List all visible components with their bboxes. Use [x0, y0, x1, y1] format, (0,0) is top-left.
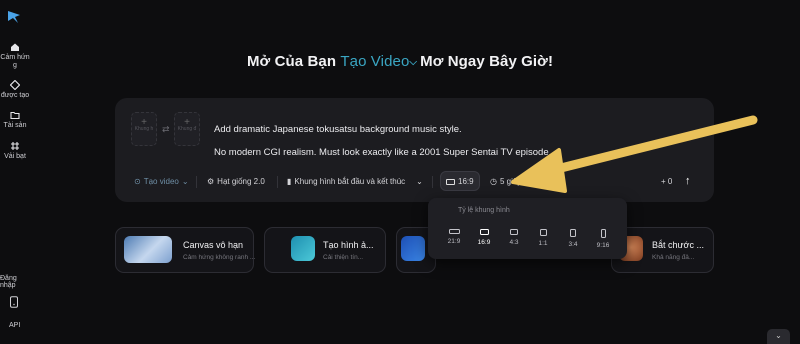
ratio-option-label: 9:16	[596, 242, 610, 249]
sidebar-item-canvas[interactable]: Vải bạt	[0, 141, 30, 161]
prompt-line: No modern CGI realism. Must look exactly…	[214, 147, 552, 158]
end-frame-slot[interactable]: + Khung đ	[174, 112, 200, 146]
ratio-option-16-9[interactable]: 16:9	[472, 229, 496, 246]
mode-selector[interactable]: Tạo Video	[340, 53, 409, 70]
ratio-option-3-4[interactable]: 3:4	[561, 229, 585, 248]
ratio-option-4-3[interactable]: 4:3	[502, 229, 526, 246]
start-frame-label: Khung h	[134, 126, 154, 132]
card-subtitle: Cảm hứng không ranh ...	[183, 254, 256, 261]
prompt-input[interactable]: Add dramatic Japanese tokusatsu backgrou…	[214, 124, 654, 170]
credit-label: + 0	[661, 177, 673, 186]
sidebar-item-label: Vải bạt	[4, 153, 26, 160]
toolbar-divider	[196, 176, 197, 188]
seed-label: Hạt giống 2.0	[217, 177, 265, 186]
plus-icon: +	[141, 117, 147, 128]
folder-icon	[10, 111, 20, 120]
ratio-option-label: 4:3	[509, 239, 519, 246]
ratio-16-9-icon	[479, 229, 489, 235]
toolbar-divider	[432, 176, 433, 188]
login-link[interactable]: Đăng nhập	[0, 275, 30, 289]
ratio-label: 16:9	[458, 177, 474, 186]
video-mode-icon: ⊙	[134, 177, 141, 186]
swap-frames-icon[interactable]: ⇄	[162, 124, 170, 135]
diamond-icon	[10, 80, 20, 90]
scroll-down-button[interactable]: ⌄	[767, 329, 790, 344]
credit-cost: + 0	[661, 177, 672, 186]
ratio-icon	[446, 178, 455, 185]
chevron-down-icon[interactable]: ⌵	[409, 57, 417, 68]
mode-label: Tạo video	[143, 177, 179, 186]
sidebar-item-assets[interactable]: Tài sản	[0, 110, 30, 130]
headline-before: Mở Của Bạn	[246, 53, 341, 70]
end-frame-label: Khung đ	[177, 126, 197, 132]
card-subtitle: Cải thiện tín...	[323, 254, 364, 261]
mode-dropdown[interactable]: ⊙ Tạo video ⌄	[134, 177, 189, 186]
sidebar-item-label: Tài sản	[3, 122, 27, 129]
ratio-option-1-1[interactable]: 1:1	[531, 229, 555, 247]
sidebar: Cảm hứn g được tạo Tài sản Vải bạt Đăng …	[0, 0, 30, 344]
card-title: Tạo hình ả...	[323, 240, 374, 250]
api-link[interactable]: API	[9, 322, 20, 329]
seed-icon: ⚙	[207, 177, 215, 186]
prompt-line: Add dramatic Japanese tokusatsu backgrou…	[214, 124, 462, 135]
ratio-21-9-icon	[448, 229, 460, 234]
ratio-option-label: 16:9	[477, 239, 491, 246]
aspect-ratio-button[interactable]: 16:9	[446, 177, 474, 186]
sidebar-item-generated[interactable]: được tạo	[0, 80, 30, 100]
ratio-option-21-9[interactable]: 21:9	[442, 229, 466, 245]
frames-icon: ▮	[287, 177, 292, 186]
ratio-9-16-icon	[600, 229, 606, 238]
app-logo-icon[interactable]	[6, 9, 22, 25]
duration-button[interactable]: ◷ 5 giây	[490, 177, 521, 186]
ratio-1-1-icon	[539, 229, 547, 236]
canvas-grid-icon	[11, 142, 19, 150]
ratio-4-3-icon	[510, 229, 518, 235]
chevron-down-icon: ⌄	[181, 177, 189, 186]
card-thumbnail	[401, 236, 425, 261]
card-thumbnail	[124, 236, 172, 263]
ratio-3-4-icon	[570, 229, 576, 237]
plus-icon: +	[184, 117, 190, 128]
frames-mode-button[interactable]: ▮ Khung hình bắt đầu và kết thúc ⌄	[287, 177, 423, 186]
headline-after: Mơ Ngay Bây Giờ!	[420, 53, 554, 70]
ratio-option-label: 21:9	[447, 238, 461, 245]
ratio-option-label: 1:1	[538, 240, 548, 247]
card-title: Canvas vô hạn	[183, 240, 244, 250]
sidebar-item-label: được tạo	[0, 92, 30, 99]
start-frame-slot[interactable]: + Khung h	[131, 112, 157, 146]
page-title: Mở Của Bạn Tạo Video⌵ Mơ Ngay Bây Giờ!	[0, 53, 800, 70]
chevron-down-icon: ⌄	[416, 177, 423, 186]
duration-label: 5 giây	[499, 177, 522, 186]
clock-icon: ◷	[490, 177, 497, 186]
ratio-option-9-16[interactable]: 9:16	[591, 229, 615, 249]
mobile-icon[interactable]	[9, 296, 19, 308]
generate-button[interactable]: ↑	[685, 175, 691, 187]
card-subtitle: Khả năng đả...	[652, 254, 695, 261]
feature-card-image[interactable]	[264, 227, 386, 273]
home-icon	[11, 43, 19, 51]
ratio-option-label: 3:4	[568, 241, 578, 248]
seed-model-button[interactable]: ⚙ Hạt giống 2.0	[207, 177, 265, 186]
card-title: Bắt chước ...	[652, 240, 704, 250]
menu-title: Tỷ lệ khung hình	[458, 207, 510, 214]
toolbar-divider	[277, 176, 278, 188]
frames-label: Khung hình bắt đầu và kết thúc	[294, 177, 406, 186]
card-thumbnail	[291, 236, 315, 261]
